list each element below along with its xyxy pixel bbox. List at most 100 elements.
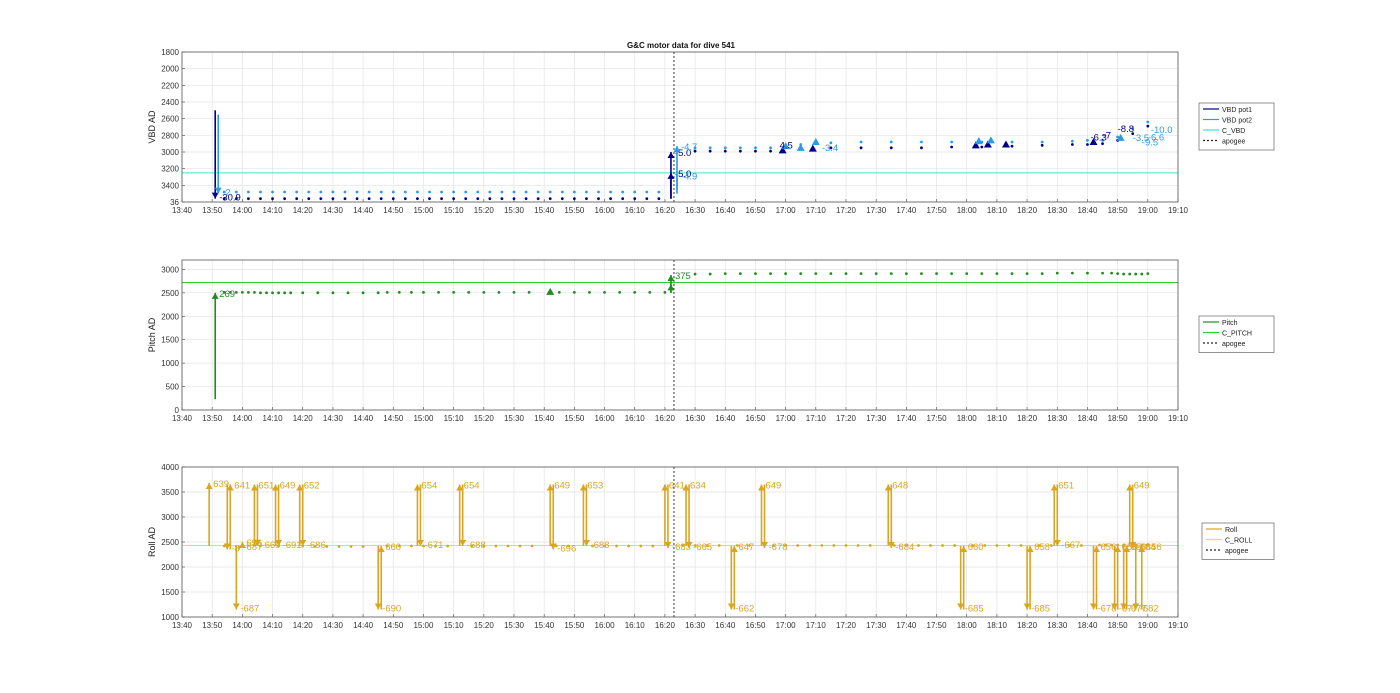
x-tick-label: 15:00 (413, 206, 434, 215)
data-point (609, 197, 612, 201)
x-tick-label: 17:20 (836, 414, 857, 423)
data-point (506, 544, 510, 548)
data-point (355, 197, 359, 201)
x-tick-label: 16:50 (745, 206, 766, 215)
data-point (754, 149, 757, 153)
data-point (488, 197, 492, 201)
data-point (467, 290, 471, 294)
x-tick-label: 15:50 (564, 206, 585, 215)
data-point (391, 197, 395, 201)
data-point (379, 197, 383, 201)
data-point (367, 190, 371, 194)
y-tick-label: 2000 (161, 563, 179, 572)
data-point (627, 544, 631, 548)
y-tick-label: 2500 (161, 289, 179, 298)
event-label: 651 (1058, 481, 1074, 492)
data-point (1070, 271, 1074, 275)
x-tick-label: 16:20 (655, 206, 676, 215)
data-point (572, 190, 576, 194)
data-point (1049, 544, 1053, 547)
x-tick-label: 18:30 (1047, 414, 1068, 423)
y-tick-label: 1500 (161, 336, 179, 345)
data-point (1025, 272, 1029, 275)
data-point (1140, 272, 1144, 276)
event-label: 649 (765, 481, 781, 492)
data-point (920, 140, 923, 144)
data-point (1086, 143, 1089, 146)
legend-entry: apogee (1222, 341, 1245, 348)
x-tick-label: 17:50 (927, 414, 948, 423)
x-tick-label: 19:00 (1138, 621, 1159, 630)
y-tick-label: 4000 (161, 463, 179, 472)
y-tick-label: 3000 (161, 513, 179, 522)
data-point (1122, 272, 1126, 276)
x-tick-label: 17:00 (776, 206, 797, 215)
data-point (929, 544, 932, 547)
data-point (1055, 271, 1059, 275)
data-point (1134, 272, 1138, 276)
data-point (754, 272, 757, 275)
data-point (446, 544, 449, 548)
data-point (784, 272, 788, 275)
data-point (271, 190, 274, 194)
y-tick-label: 36 (170, 198, 179, 207)
data-point (1010, 144, 1014, 148)
x-tick-label: 15:20 (474, 206, 495, 215)
data-point (440, 190, 443, 194)
x-tick-label: 16:10 (625, 621, 646, 630)
data-point (391, 190, 395, 194)
data-point (361, 291, 365, 295)
data-point (271, 197, 274, 201)
x-tick-label: 18:20 (1017, 206, 1038, 215)
data-point (464, 190, 468, 194)
data-point (651, 544, 655, 548)
data-point (512, 290, 516, 294)
x-tick-label: 18:20 (1017, 414, 1038, 423)
event-label: -686 (307, 540, 326, 551)
figure-title: G&C motor data for dive 541 (627, 41, 736, 50)
x-tick-label: 15:20 (474, 414, 495, 423)
data-point (331, 291, 335, 295)
x-tick-label: 14:40 (353, 621, 374, 630)
annotation-label: -3.4 (822, 143, 838, 154)
x-tick-label: 15:50 (564, 414, 585, 423)
data-point (397, 290, 401, 294)
data-point (585, 190, 588, 194)
event-label: -667 (1061, 540, 1080, 551)
x-tick-label: 19:10 (1168, 621, 1189, 630)
data-point (452, 290, 456, 294)
x-tick-label: 18:40 (1077, 206, 1098, 215)
data-point (844, 272, 848, 275)
x-tick-label: 19:10 (1168, 414, 1189, 423)
x-tick-label: 14:40 (353, 206, 374, 215)
x-tick-label: 18:50 (1108, 206, 1129, 215)
data-point (247, 190, 250, 194)
x-tick-label: 13:40 (172, 621, 193, 630)
x-tick-label: 14:50 (383, 206, 404, 215)
data-point (1101, 271, 1104, 275)
data-point (796, 544, 800, 547)
data-point (316, 291, 320, 295)
x-tick-label: 14:00 (232, 206, 253, 215)
x-tick-label: 16:40 (715, 414, 736, 423)
x-tick-label: 16:00 (595, 414, 616, 423)
data-point (440, 197, 443, 201)
data-point (859, 146, 863, 150)
data-point (307, 190, 311, 194)
data-point (560, 190, 564, 194)
event-label: 647 (738, 542, 754, 553)
y-axis-label: VBD AD (147, 110, 157, 144)
data-point (983, 544, 987, 547)
data-point (428, 197, 431, 201)
x-tick-label: 18:10 (987, 206, 1008, 215)
y-tick-label: 1800 (161, 48, 179, 57)
event-label: 654 (421, 481, 437, 492)
data-point (814, 272, 818, 275)
annotation-label: -10.0 (1151, 125, 1173, 136)
legend-entry: Roll (1225, 527, 1238, 534)
data-point (868, 544, 872, 547)
x-tick-label: 18:10 (987, 414, 1008, 423)
x-tick-label: 14:40 (353, 414, 374, 423)
x-tick-label: 15:00 (413, 414, 434, 423)
x-tick-label: 17:50 (927, 206, 948, 215)
